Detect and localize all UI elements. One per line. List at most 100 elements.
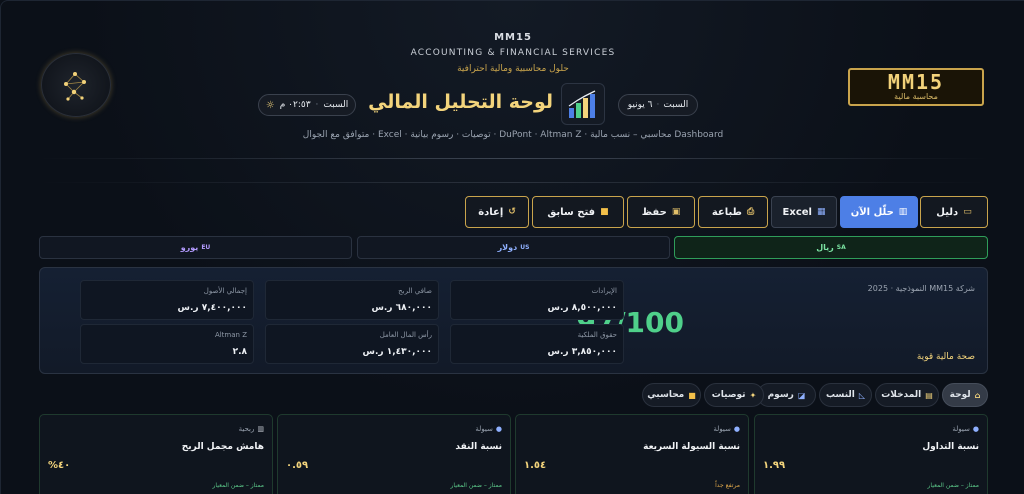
- floppy-disk-icon: ▣: [671, 207, 681, 217]
- kpi-label: إجمالي الأصول: [203, 287, 247, 295]
- app-window: MM15 ACCOUNTING & FINANCIAL SERVICES حلو…: [0, 0, 1024, 494]
- droplet-icon: ●: [972, 425, 979, 433]
- kpi-equity: حقوق الملكية ٣,٨٥٠,٠٠٠ ر.س: [450, 324, 624, 364]
- card-title: نسبة التداول: [922, 442, 979, 452]
- kpi-net-profit: صافي الربح ٦٨٠,٠٠٠ ر.س: [265, 280, 439, 320]
- ratio-card-gross-margin[interactable]: ▥ ربحية هامش مجمل الربح ٤٠% ممتاز – ضمن …: [39, 414, 273, 494]
- summary-panel: شركة MM15 النموذجية · 2025 97/100 صحة ما…: [39, 267, 988, 374]
- tab-inputs[interactable]: ▤ المدخلات: [875, 383, 939, 407]
- tab-label: المدخلات: [881, 390, 922, 400]
- kpi-altman-z: Altman Z ٢.٨: [80, 324, 254, 364]
- card-title: هامش مجمل الربح: [181, 442, 264, 452]
- kpi-label: رأس المال العامل: [379, 331, 432, 339]
- card-value: ١.٥٤: [524, 460, 547, 471]
- kpi-working-capital: رأس المال العامل ١,٤٣٠,٠٠٠ ر.س: [265, 324, 439, 364]
- reset-label: إعادة: [478, 206, 504, 218]
- ratio-card-quick-ratio[interactable]: ● سيولة نسبة السيولة السريعة ١.٥٤ مرتفع …: [515, 414, 749, 494]
- kpi-value: ٢.٨: [232, 347, 247, 357]
- reset-button[interactable]: ↺ إعادة: [465, 196, 529, 228]
- kpi-total-assets: إجمالي الأصول ٧,٤٠٠,٠٠٠ ر.س: [80, 280, 254, 320]
- card-category: ▥ ربحية: [239, 425, 264, 433]
- card-status: ممتاز – ضمن المعيار: [450, 482, 502, 489]
- card-value: ١.٩٩: [763, 460, 786, 471]
- ratio-card-current-ratio[interactable]: ● سيولة نسبة التداول ١.٩٩ ممتاز – ضمن ال…: [754, 414, 988, 494]
- time-value: ٠٢:٥٣ م: [279, 100, 311, 110]
- bar-chart-icon: ▥: [898, 207, 908, 217]
- tab-recommendations[interactable]: ✦ توصيات: [704, 383, 764, 407]
- print-button[interactable]: ⎙ طباعة: [698, 196, 768, 228]
- currency-tab-sar[interactable]: SA ريال: [674, 236, 988, 259]
- tab-label: لوحة: [949, 390, 971, 400]
- document-icon: ▤: [925, 390, 933, 400]
- spreadsheet-icon: ▦: [816, 207, 826, 217]
- sun-icon: ☼: [265, 99, 275, 111]
- card-category: ● سيولة: [475, 425, 502, 433]
- date-badge: السبت · ٦ يونيو: [618, 94, 698, 116]
- network-logo-icon: [41, 53, 111, 117]
- brand-subtitle: ACCOUNTING & FINANCIAL SERVICES: [410, 48, 616, 58]
- brand-code: MM15: [494, 32, 532, 43]
- print-label: طباعة: [711, 206, 742, 218]
- tab-ratios[interactable]: ◺ النسب: [819, 383, 872, 407]
- ratio-card-cash-ratio[interactable]: ● سيولة نسبة النقد ٠.٥٩ ممتاز – ضمن المع…: [277, 414, 511, 494]
- analyze-label: حلّل الآن: [850, 206, 894, 218]
- logo-subtext: محاسبة مالية: [894, 92, 938, 101]
- company-logo: MM15 محاسبة مالية: [848, 68, 984, 106]
- card-category: ● سيولة: [713, 425, 740, 433]
- time-day: السبت: [323, 100, 349, 110]
- card-category-label: سيولة: [475, 425, 493, 433]
- tab-label: محاسبي: [647, 390, 685, 400]
- kpi-value: ١,٤٣٠,٠٠٠ ر.س: [362, 347, 432, 357]
- tab-label: توصيات: [711, 390, 746, 400]
- health-status: صحة مالية قوية: [916, 352, 975, 362]
- save-button[interactable]: ▣ حفظ: [627, 196, 695, 228]
- currency-label: دولار: [497, 243, 518, 252]
- kpi-value: ٧,٤٠٠,٠٠٠ ر.س: [177, 303, 247, 313]
- tab-charts[interactable]: ◪ رسوم: [757, 383, 816, 407]
- open-previous-label: فتح سابق: [547, 206, 596, 218]
- kpi-value: ٣,٨٥٠,٠٠٠ ر.س: [547, 347, 617, 357]
- guide-button[interactable]: ▭ دليل: [920, 196, 988, 228]
- divider: [39, 182, 989, 183]
- currency-code: US: [520, 244, 530, 251]
- card-status: ممتاز – ضمن المعيار: [212, 482, 264, 489]
- card-status: ممتاز – ضمن المعيار: [927, 482, 979, 489]
- page-subtitle: Dashboard محاسبي – نسب مالية · DuPont · …: [302, 130, 724, 140]
- droplet-icon: ●: [495, 425, 502, 433]
- folder-icon: ■: [600, 207, 609, 217]
- currency-code: EU: [201, 244, 211, 251]
- kpi-value: ٦٨٠,٠٠٠ ر.س: [371, 303, 432, 313]
- currency-tab-usd[interactable]: US دولار: [357, 236, 670, 259]
- card-category-label: ربحية: [238, 425, 255, 433]
- tab-dashboard[interactable]: ⌂ لوحة: [942, 383, 988, 407]
- date-value: ٦ يونيو: [627, 100, 653, 110]
- analyze-now-button[interactable]: ▥ حلّل الآن: [840, 196, 918, 228]
- tab-accounting[interactable]: ■ محاسبي: [642, 383, 701, 407]
- bar-chart-icon: ▥: [257, 425, 264, 433]
- kpi-label: الإيرادات: [591, 287, 617, 295]
- company-info: شركة MM15 النموذجية · 2025: [867, 284, 975, 293]
- tab-label: رسوم: [767, 390, 794, 400]
- separator-dot: ·: [656, 100, 660, 110]
- currency-label: يورو: [180, 243, 199, 252]
- date-day: السبت: [663, 100, 689, 110]
- card-title: نسبة النقد: [455, 442, 502, 452]
- chart-icon: [561, 83, 605, 125]
- refresh-icon: ↺: [508, 207, 516, 217]
- droplet-icon: ●: [733, 425, 740, 433]
- excel-export-button[interactable]: ▦ Excel: [771, 196, 837, 228]
- separator-dot: ·: [315, 100, 319, 110]
- kpi-label: صافي الربح: [398, 287, 432, 295]
- kpi-value: ٨,٥٠٠,٠٠٠ ر.س: [547, 303, 617, 313]
- guide-label: دليل: [936, 206, 959, 218]
- open-previous-button[interactable]: ■ فتح سابق: [532, 196, 624, 228]
- time-badge[interactable]: السبت · ٠٢:٥٣ م ☼: [258, 94, 356, 116]
- currency-code: SA: [836, 244, 846, 251]
- book-icon: ▭: [963, 207, 972, 217]
- kpi-label: حقوق الملكية: [577, 331, 617, 339]
- card-status: مرتفع جداً: [715, 482, 740, 489]
- currency-label: ريال: [816, 243, 834, 252]
- notebook-icon: ■: [688, 390, 696, 400]
- lightbulb-icon: ✦: [749, 390, 757, 400]
- currency-tab-eur[interactable]: EU يورو: [39, 236, 352, 259]
